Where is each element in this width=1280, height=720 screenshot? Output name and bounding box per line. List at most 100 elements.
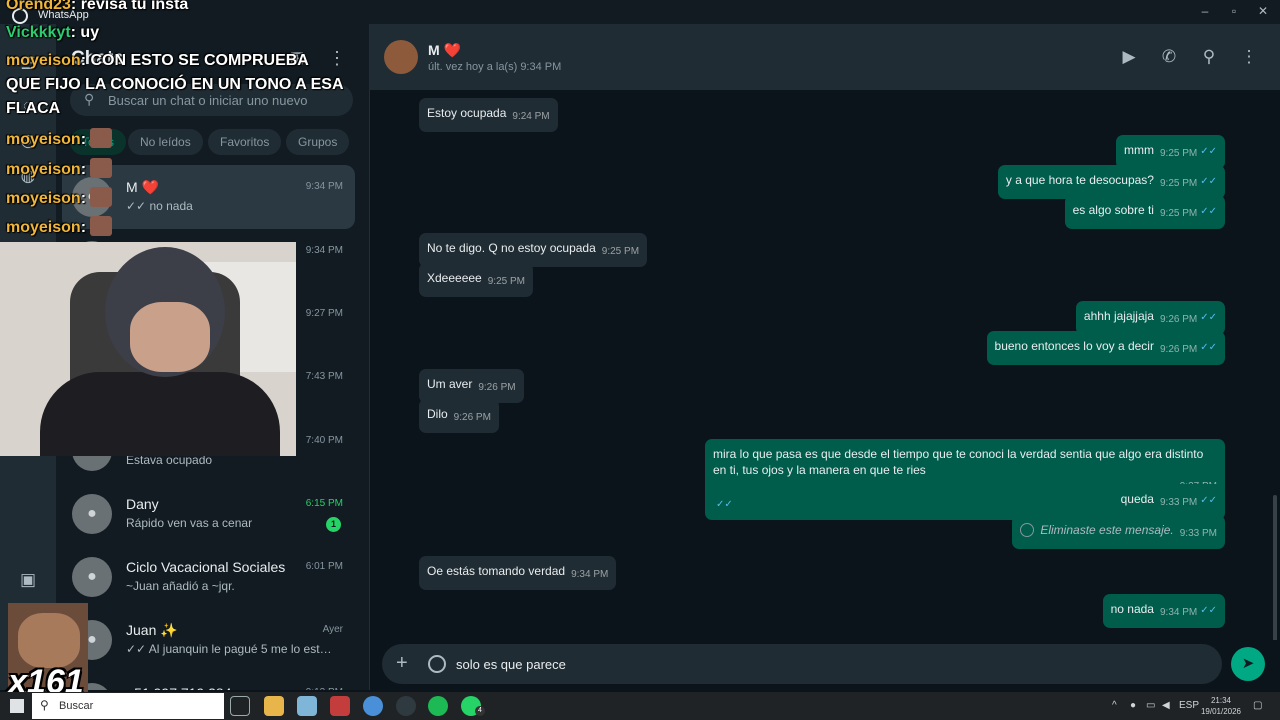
app-icon[interactable]	[297, 696, 317, 716]
message-input[interactable]	[456, 644, 1206, 684]
search-icon[interactable]: ⚲	[1198, 46, 1220, 68]
avatar: ●	[72, 494, 112, 534]
chrome-icon[interactable]	[363, 696, 383, 716]
voice-call-icon[interactable]: ✆	[1158, 46, 1180, 68]
video-call-icon[interactable]: ▶	[1118, 46, 1140, 68]
incoming-message[interactable]: Oe estás tomando verdad 9:34 PM	[419, 556, 617, 590]
message-text: no nada	[1110, 602, 1154, 616]
overlay-chat-line: moyeison:	[6, 128, 113, 149]
message-time: 9:33 PM	[1179, 528, 1217, 539]
windows-start-icon[interactable]	[10, 699, 24, 713]
app-icon[interactable]	[330, 696, 350, 716]
chat-list-item[interactable]: ● Dany Rápido ven vas a cenar 6:15 PM 1	[62, 482, 355, 546]
task-view-icon[interactable]	[230, 696, 250, 716]
message-time: 9:24 PM	[512, 111, 550, 122]
overlay-chat-line: FLACA	[6, 100, 60, 118]
overlay-chat-user: Vickkkyt	[6, 24, 71, 41]
whatsapp-desktop-window: WhatsApp – ▫ ✕ ☰ ◌ ◎ ◍ ▣ Chats ⊞ ⋮ ⚲ Tod…	[0, 0, 1280, 720]
overlay-chat-line: Vickkkyt: uy	[6, 24, 99, 42]
read-receipt-icon: ✓✓	[1200, 146, 1217, 157]
taskbar-clock[interactable]: 21:34 19/01/2026	[1198, 695, 1244, 717]
message-text: Eliminaste este mensaje.	[1040, 523, 1174, 537]
overlay-chat-text: FLACA	[6, 100, 61, 117]
overlay-chat-user: moyeison	[6, 219, 81, 236]
stream-chat-overlay: Orend23: revisa tu insta Vickkkyt: uy moye…	[0, 0, 344, 250]
chat-time: 7:40 PM	[305, 435, 343, 446]
chat-list-item[interactable]: ● Juan ✨ ✓✓ Al juanquin le pagué 5 me lo e…	[62, 608, 355, 672]
webcam-overlay	[0, 242, 296, 456]
conversation-header[interactable]: M ❤️ últ. vez hoy a la(s) 9:34 PM ▶ ✆ ⚲ …	[370, 24, 1280, 90]
message-time: 9:26 PM	[453, 412, 491, 423]
notifications-icon[interactable]: ▢	[1253, 700, 1262, 711]
outgoing-message[interactable]: Eliminaste este mensaje. 9:33 PM	[1012, 515, 1225, 549]
message-text: Um aver	[427, 377, 473, 391]
read-receipt-icon: ✓✓	[1200, 605, 1217, 616]
message-text: No te digo. Q no estoy ocupada	[427, 241, 596, 255]
outgoing-message[interactable]: bueno entonces lo voy a decir 9:26 PM ✓✓	[986, 331, 1225, 365]
message-time: 9:25 PM	[1159, 208, 1198, 219]
maximize-icon[interactable]: ▫	[1219, 2, 1249, 20]
send-button[interactable]: ➤	[1231, 647, 1265, 681]
avatar: ●	[72, 557, 112, 597]
overlay-chat-text: :	[80, 131, 87, 148]
chat-time: 9:13 PM	[306, 687, 343, 690]
overlay-chat-line: QUE FIJO LA CONOCIÓ EN UN TONO A ESA	[6, 76, 344, 94]
sticker-icon[interactable]	[428, 655, 446, 673]
overlay-chat-user: moyeison	[6, 52, 81, 69]
obs-icon[interactable]	[396, 696, 416, 716]
chat-list-item[interactable]: ●+51 997 719 3849:13 PM	[62, 671, 355, 690]
taskbar-search[interactable]: ⚲ Buscar	[32, 693, 224, 719]
chat-name: Juan ✨	[126, 622, 178, 638]
media-icon[interactable]: ▣	[16, 568, 40, 592]
search-icon: ⚲	[40, 698, 49, 712]
overlay-chat-text: :	[80, 190, 87, 207]
overlay-chat-text: :	[80, 161, 87, 178]
outgoing-message[interactable]: queda 9:33 PM ✓✓	[1112, 484, 1225, 518]
outgoing-message[interactable]: ahhh jajajjaja 9:26 PM ✓✓	[1075, 301, 1225, 335]
outgoing-message[interactable]: es algo sobre ti 9:25 PM ✓✓	[1064, 195, 1225, 229]
chat-preview: ✓✓ Al juanquin le pagué 5 me lo está h..…	[126, 642, 336, 656]
outgoing-message[interactable]: no nada 9:34 PM ✓✓	[1102, 594, 1225, 628]
windows-taskbar: ⚲ Buscar 4 ^ ● ▭ ◀ ESP 21:34 19/01/2026 …	[0, 692, 1280, 720]
message-time: 9:25 PM	[1159, 148, 1198, 159]
incoming-message[interactable]: Dilo 9:26 PM	[419, 399, 499, 433]
incoming-message[interactable]: Um aver 9:26 PM	[419, 369, 524, 403]
attach-plus-icon[interactable]: +	[396, 653, 408, 673]
message-text: bueno entonces lo voy a decir	[994, 339, 1154, 353]
incoming-message[interactable]: Estoy ocupada 9:24 PM	[419, 98, 558, 132]
network-icon[interactable]: ▭	[1146, 700, 1155, 711]
contact-name: M ❤️	[428, 42, 461, 58]
outgoing-message[interactable]: y a que hora te desocupas? 9:25 PM ✓✓	[997, 165, 1225, 199]
unread-badge: 1	[326, 517, 341, 532]
chat-name: Dany	[126, 496, 159, 512]
incoming-message[interactable]: Xdeeeeee 9:25 PM	[419, 263, 533, 297]
chat-preview: Rápido ven vas a cenar	[126, 516, 253, 530]
message-text: Estoy ocupada	[427, 106, 507, 120]
taskbar-search-label: Buscar	[59, 700, 94, 712]
composer-box: +	[382, 644, 1222, 684]
file-explorer-icon[interactable]	[264, 696, 284, 716]
tray-chevron-icon[interactable]: ^	[1112, 700, 1117, 711]
overlay-chat-text: : revisa tu insta	[70, 0, 189, 13]
overlay-chat-user: moyeison	[6, 190, 81, 207]
overlay-chat-line: moyeison:	[6, 158, 113, 179]
volume-icon[interactable]: ◀	[1162, 700, 1170, 711]
close-icon[interactable]: ✕	[1248, 2, 1278, 20]
contact-avatar[interactable]	[384, 40, 418, 74]
overlay-emote	[90, 216, 113, 236]
chat-time: 7:43 PM	[305, 371, 343, 382]
microphone-icon[interactable]: ●	[1130, 700, 1136, 711]
overlay-chat-text: : uy	[70, 24, 100, 41]
incoming-message[interactable]: No te digo. Q no estoy ocupada 9:25 PM	[419, 233, 648, 267]
overlay-chat-user: Orend23	[6, 0, 71, 13]
overlay-chat-text: QUE FIJO LA CONOCIÓ EN UN TONO A ESA	[6, 76, 344, 93]
chat-list-item[interactable]: ● Ciclo Vacacional Sociales ~Juan añadió a…	[62, 545, 355, 609]
minimize-icon[interactable]: –	[1190, 2, 1220, 20]
outgoing-message[interactable]: mmm 9:25 PM ✓✓	[1115, 135, 1225, 169]
read-receipt-icon: ✓✓	[1200, 206, 1217, 217]
read-receipt-icon: ✓✓	[1200, 312, 1217, 323]
message-text: mmm	[1123, 143, 1154, 157]
menu-icon[interactable]: ⋮	[1238, 46, 1260, 68]
spotify-icon[interactable]	[428, 696, 448, 716]
language-indicator[interactable]: ESP	[1179, 700, 1199, 711]
